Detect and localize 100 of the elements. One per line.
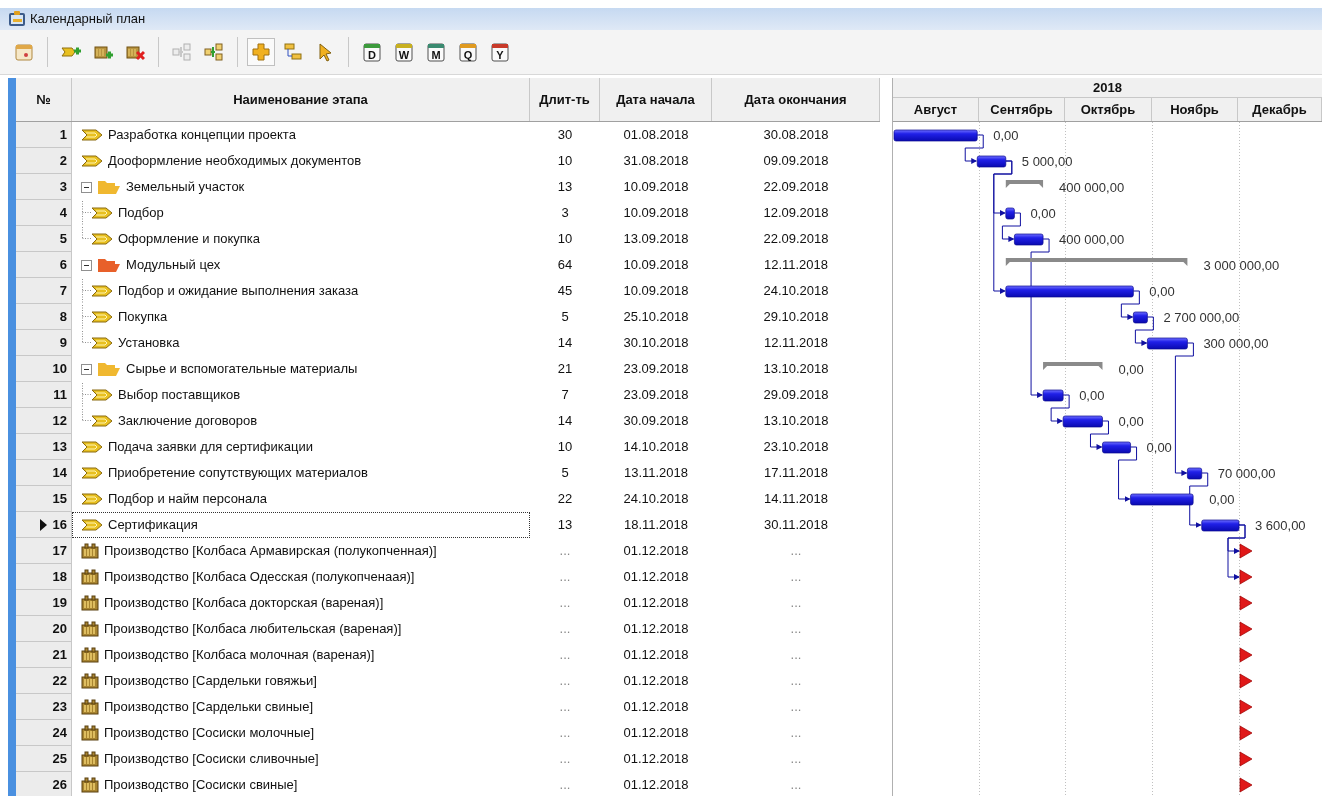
- scale-button[interactable]: Y: [487, 38, 513, 66]
- column-header[interactable]: №: [16, 78, 72, 121]
- name-cell[interactable]: Покупка: [72, 304, 530, 330]
- task-bar: [1187, 467, 1203, 480]
- name-cell[interactable]: Производство [Сардельки говяжьи]: [72, 668, 530, 694]
- stage-name: Выбор поставщиков: [118, 386, 241, 405]
- date-cell-text: 30.09.2018: [623, 412, 689, 431]
- name-cell[interactable]: Сырье и вспомогательные материалы: [72, 356, 530, 382]
- chevron-icon: [91, 233, 113, 245]
- date-cell-text: 01.12.2018: [623, 542, 689, 561]
- chevron-icon: [91, 311, 113, 323]
- milestone-icon: [1239, 595, 1253, 611]
- stage-name: Производство [Сосиски свиные]: [104, 776, 298, 795]
- name-cell[interactable]: Производство [Сосиски сливочные]: [72, 746, 530, 772]
- date-cell-text: ...: [790, 672, 802, 691]
- stage-name: Подбор: [118, 204, 164, 223]
- milestone-icon: [1239, 543, 1253, 559]
- stage-name: Сырье и вспомогательные материалы: [126, 360, 358, 379]
- cost-label: 0,00: [1079, 388, 1105, 403]
- task-bar: [1042, 389, 1064, 402]
- building-icon: [81, 647, 99, 663]
- chevron-icon: [81, 129, 103, 141]
- cost-label: 0,00: [1209, 492, 1235, 507]
- duration-cell-text: ...: [559, 620, 571, 639]
- date-cell-text: 30.08.2018: [763, 126, 829, 145]
- column-header[interactable]: Дата окончания: [712, 78, 880, 121]
- name-cell[interactable]: Производство [Сосиски свиные]: [72, 772, 530, 796]
- row-number: 14: [52, 463, 67, 482]
- name-cell[interactable]: Производство [Колбаса Армавирская (полукопченная)]: [72, 538, 530, 564]
- name-cell[interactable]: Заключение договоров: [72, 408, 530, 434]
- milestone-icon: [1239, 725, 1253, 741]
- date-cell-text: 29.10.2018: [763, 308, 829, 327]
- scale-button[interactable]: D: [359, 38, 385, 66]
- month-header: Ноябрь: [1152, 98, 1238, 121]
- name-cell[interactable]: Производство [Колбаса Одесская (полукопченаая)]: [72, 564, 530, 590]
- column-header[interactable]: Длит-ть: [530, 78, 600, 121]
- row-number: 1: [59, 125, 67, 144]
- date-cell-text: ...: [790, 698, 802, 717]
- duration-cell-text: 10: [557, 152, 573, 171]
- building-icon: [81, 725, 99, 741]
- name-cell[interactable]: Выбор поставщиков: [72, 382, 530, 408]
- date-cell-text: 01.12.2018: [623, 568, 689, 587]
- date-cell-text: 12.11.2018: [763, 334, 829, 353]
- collapse-icon[interactable]: [81, 259, 92, 271]
- task-bar: [1102, 441, 1131, 454]
- calendar-icon: [14, 42, 34, 62]
- stage-name: Подбор и ожидание выполнения заказа: [118, 282, 359, 301]
- row-number: 10: [52, 359, 67, 378]
- name-cell[interactable]: Сертификация: [72, 512, 530, 538]
- tree-line: [82, 331, 91, 343]
- summary-bar: [1005, 180, 1044, 188]
- building-icon: [81, 569, 99, 585]
- date-cell-text: 10.09.2018: [623, 178, 689, 197]
- scale-button[interactable]: W: [391, 38, 417, 66]
- name-cell[interactable]: Подбор и ожидание выполнения заказа: [72, 278, 530, 304]
- scale-button[interactable]: Q: [455, 38, 481, 66]
- task-bar: [1201, 519, 1240, 532]
- name-cell[interactable]: Производство [Колбаса молочная (вареная)]: [72, 642, 530, 668]
- year-header: 2018: [893, 78, 1322, 98]
- window-title: Календарный план: [30, 10, 146, 29]
- row-number: 5: [59, 229, 67, 248]
- date-cell-text: 14.10.2018: [623, 438, 689, 457]
- add-button[interactable]: [247, 38, 275, 66]
- name-cell[interactable]: Дооформление необходимых документов: [72, 148, 530, 174]
- name-cell[interactable]: Модульный цех: [72, 252, 530, 278]
- collapse-icon[interactable]: [81, 363, 92, 375]
- building-icon: [81, 751, 99, 767]
- date-cell-text: 12.11.2018: [763, 256, 829, 275]
- stage-name: Подача заявки для сертификации: [108, 438, 313, 457]
- month-header: Сентябрь: [979, 98, 1065, 121]
- scale-button[interactable]: M: [423, 38, 449, 66]
- name-cell[interactable]: Установка: [72, 330, 530, 356]
- date-cell-text: 25.10.2018: [623, 308, 689, 327]
- cost-label: 300 000,00: [1203, 336, 1269, 351]
- name-cell[interactable]: Подбор и найм персонала: [72, 486, 530, 512]
- name-cell[interactable]: Подача заявки для сертификации: [72, 434, 530, 460]
- name-cell[interactable]: Подбор: [72, 200, 530, 226]
- name-cell[interactable]: Производство [Колбаса докторская (вареная)]: [72, 590, 530, 616]
- stage-name: Оформление и покупка: [118, 230, 261, 249]
- task-bar: [976, 155, 1007, 168]
- stage-name: Заключение договоров: [118, 412, 258, 431]
- name-cell[interactable]: Производство [Сардельки свиные]: [72, 694, 530, 720]
- tree-line: [82, 409, 91, 421]
- milestone-icon: [1239, 777, 1253, 793]
- column-header[interactable]: Дата начала: [600, 78, 712, 121]
- name-cell[interactable]: Разработка концепции проекта: [72, 122, 530, 148]
- column-header[interactable]: Наименование этапа: [72, 78, 530, 121]
- clipboard-icon: [8, 11, 26, 27]
- name-cell[interactable]: Производство [Сосиски молочные]: [72, 720, 530, 746]
- duration-cell-text: ...: [559, 646, 571, 665]
- cost-label: 0,00: [1118, 414, 1144, 429]
- date-cell-text: 22.09.2018: [763, 178, 829, 197]
- date-cell-text: ...: [790, 594, 802, 613]
- name-cell[interactable]: Производство [Колбаса любительская (вареная)]: [72, 616, 530, 642]
- duration-cell-text: ...: [559, 776, 571, 795]
- cost-label: 400 000,00: [1059, 180, 1125, 195]
- name-cell[interactable]: Оформление и покупка: [72, 226, 530, 252]
- name-cell[interactable]: Приобретение сопутствующих материалов: [72, 460, 530, 486]
- name-cell[interactable]: Земельный участок: [72, 174, 530, 200]
- collapse-icon[interactable]: [81, 181, 92, 193]
